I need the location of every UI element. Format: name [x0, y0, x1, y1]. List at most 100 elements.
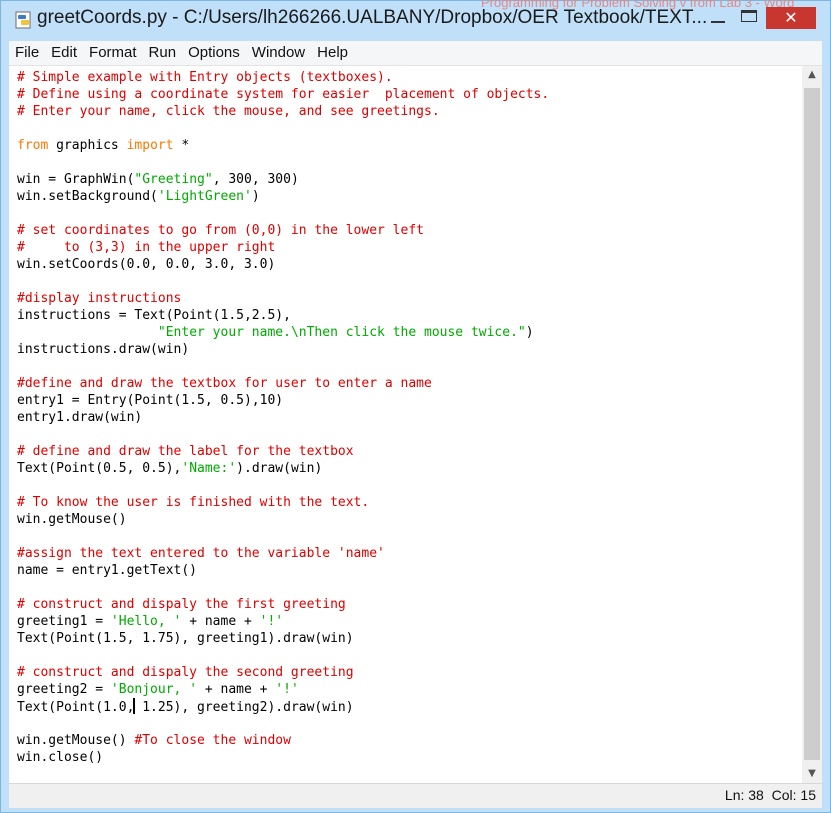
code-token: greeting2 = — [17, 682, 111, 697]
code-line[interactable]: #display instructions — [17, 290, 802, 307]
code-line[interactable]: win.getMouse() — [17, 511, 802, 528]
line-number: Ln: 38 — [724, 787, 764, 803]
scrollbar-thumb[interactable] — [804, 88, 820, 760]
code-token: '!' — [259, 614, 284, 629]
menu-edit[interactable]: Edit — [45, 41, 83, 65]
code-line[interactable]: # to (3,3) in the upper right — [17, 239, 802, 256]
code-line[interactable]: # To know the user is finished with the … — [17, 494, 802, 511]
column-number: Col: 15 — [771, 787, 816, 803]
code-line[interactable]: entry1 = Entry(Point(1.5, 0.5),10) — [17, 392, 802, 409]
code-line[interactable]: Text(Point(1.0, 1.25), greeting2).draw(w… — [17, 698, 802, 715]
menu-help[interactable]: Help — [311, 41, 354, 65]
code-line[interactable]: # Enter your name, click the mouse, and … — [17, 103, 802, 120]
title-bar[interactable]: Programming for Problem Solving v from L… — [1, 0, 830, 39]
code-token: 'Hello, ' — [110, 614, 182, 629]
cursor-position: Ln: 38 Col: 15 — [725, 787, 816, 803]
code-token: #assign the text entered to the variable… — [17, 546, 385, 561]
code-token: win.setBackground( — [17, 189, 158, 204]
code-token: #To close the window — [134, 733, 291, 748]
code-line[interactable]: entry1.draw(win) — [17, 409, 802, 426]
code-token: from — [17, 138, 49, 153]
code-line[interactable] — [17, 426, 802, 443]
code-line[interactable]: # construct and dispaly the second greet… — [17, 664, 802, 681]
code-token: Text(Point(0.5, 0.5), — [17, 461, 182, 476]
close-button[interactable]: ✕ — [766, 7, 816, 29]
code-token: 1.25), greeting2).draw(win) — [134, 700, 354, 715]
code-token: graphics — [48, 138, 127, 153]
code-token: * — [173, 138, 190, 153]
code-token: # set coordinates to go from (0,0) in th… — [17, 223, 424, 238]
code-line[interactable]: #assign the text entered to the variable… — [17, 545, 802, 562]
code-token: '!' — [275, 682, 299, 697]
minimize-button[interactable] — [701, 7, 735, 29]
code-line[interactable]: win.setBackground('LightGreen') — [17, 188, 802, 205]
code-line[interactable] — [17, 715, 802, 732]
menu-window[interactable]: Window — [246, 41, 311, 65]
code-token: # Enter your name, click the mouse, and … — [17, 104, 440, 119]
scroll-down-icon[interactable]: ▼ — [802, 765, 822, 783]
code-line[interactable]: # Simple example with Entry objects (tex… — [17, 69, 802, 86]
code-token: name = entry1.getText() — [17, 563, 198, 578]
code-token: instructions = Text(Point(1.5,2.5), — [17, 308, 291, 323]
close-icon: ✕ — [784, 8, 798, 27]
code-line[interactable]: # Define using a coordinate system for e… — [17, 86, 802, 103]
code-token: win.close() — [17, 750, 104, 765]
menu-file[interactable]: File — [9, 41, 45, 65]
scroll-up-icon[interactable]: ▲ — [802, 66, 822, 84]
code-token: + name + — [197, 682, 276, 697]
code-line[interactable] — [17, 205, 802, 222]
code-line[interactable] — [17, 528, 802, 545]
code-token: ) — [251, 189, 260, 204]
code-line[interactable]: name = entry1.getText() — [17, 562, 802, 579]
code-line[interactable]: # set coordinates to go from (0,0) in th… — [17, 222, 802, 239]
code-token: "Enter your name.\nThen click the mouse … — [157, 325, 526, 340]
code-token: ).draw(win) — [236, 461, 323, 476]
code-token: #display instructions — [17, 291, 182, 306]
code-text[interactable]: # Simple example with Entry objects (tex… — [9, 66, 802, 766]
code-line[interactable]: "Enter your name.\nThen click the mouse … — [17, 324, 802, 341]
code-token: , 300, 300) — [212, 172, 299, 187]
code-line[interactable]: # construct and dispaly the first greeti… — [17, 596, 802, 613]
code-token: win.setCoords(0.0, 0.0, 3.0, 3.0) — [17, 257, 276, 272]
code-line[interactable]: greeting2 = 'Bonjour, ' + name + '!' — [17, 681, 802, 698]
code-token: 'Bonjour, ' — [110, 682, 198, 697]
code-line[interactable]: Text(Point(1.5, 1.75), greeting1).draw(w… — [17, 630, 802, 647]
code-line[interactable] — [17, 154, 802, 171]
code-line[interactable]: win.close() — [17, 749, 802, 766]
code-line[interactable]: # define and draw the label for the text… — [17, 443, 802, 460]
menu-options[interactable]: Options — [182, 41, 246, 65]
code-line[interactable] — [17, 579, 802, 596]
code-line[interactable] — [17, 273, 802, 290]
code-token: win = GraphWin( — [17, 172, 135, 187]
code-line[interactable]: Text(Point(0.5, 0.5),'Name:').draw(win) — [17, 460, 802, 477]
code-line[interactable]: greeting1 = 'Hello, ' + name + '!' — [17, 613, 802, 630]
code-token: # Simple example with Entry objects (tex… — [17, 70, 393, 85]
code-line[interactable] — [17, 647, 802, 664]
code-line[interactable]: instructions = Text(Point(1.5,2.5), — [17, 307, 802, 324]
code-line[interactable] — [17, 358, 802, 375]
code-token: win.getMouse() — [17, 733, 135, 748]
status-bar: Ln: 38 Col: 15 — [9, 783, 822, 808]
code-line[interactable]: #define and draw the textbox for user to… — [17, 375, 802, 392]
code-token: greeting1 = — [17, 614, 111, 629]
code-token: instructions.draw(win) — [17, 342, 190, 357]
menu-run[interactable]: Run — [143, 41, 183, 65]
code-editor[interactable]: # Simple example with Entry objects (tex… — [9, 66, 802, 783]
code-token: # construct and dispaly the second greet… — [17, 665, 354, 680]
code-token: Text(Point(1.5, 1.75), greeting1).draw(w… — [17, 631, 354, 646]
idle-editor-window: Programming for Problem Solving v from L… — [0, 0, 831, 813]
code-line[interactable]: win.getMouse() #To close the window — [17, 732, 802, 749]
vertical-scrollbar[interactable]: ▲ ▼ — [802, 66, 822, 783]
code-line[interactable] — [17, 120, 802, 137]
code-line[interactable]: from graphics import * — [17, 137, 802, 154]
menu-format[interactable]: Format — [83, 41, 143, 65]
code-line[interactable]: instructions.draw(win) — [17, 341, 802, 358]
code-line[interactable]: win = GraphWin("Greeting", 300, 300) — [17, 171, 802, 188]
code-line[interactable]: win.setCoords(0.0, 0.0, 3.0, 3.0) — [17, 256, 802, 273]
code-token: + name + — [181, 614, 260, 629]
maximize-button[interactable] — [737, 7, 763, 29]
code-token: # To know the user is finished with the … — [17, 495, 370, 510]
code-line[interactable] — [17, 477, 802, 494]
code-token: # Define using a coordinate system for e… — [17, 87, 550, 102]
code-token: win.getMouse() — [17, 512, 127, 527]
